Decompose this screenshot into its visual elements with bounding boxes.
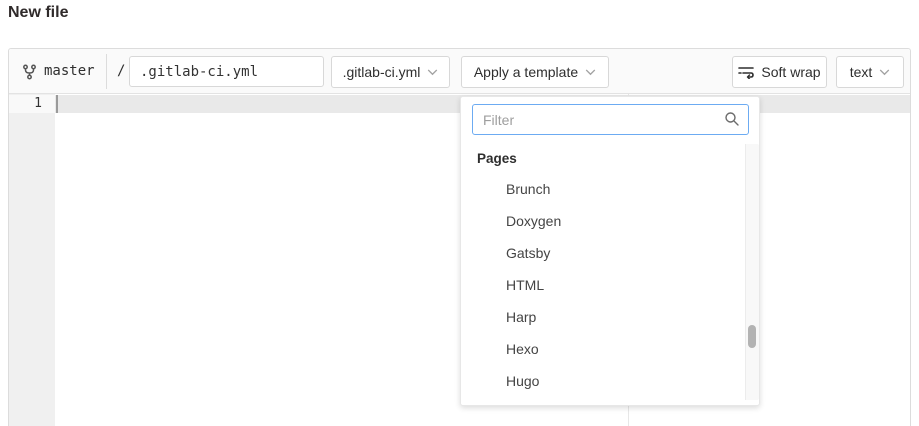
apply-template-dropdown[interactable]: Apply a template [461,56,609,88]
branch-name[interactable]: master [44,63,95,79]
filename-input[interactable] [129,56,324,87]
template-item-hugo[interactable]: Hugo [461,365,745,397]
template-item-html[interactable]: HTML [461,269,745,301]
chevron-down-icon [427,69,438,76]
toolbar-divider [106,54,107,89]
chevron-down-icon [585,69,596,76]
line-number: 1 [9,95,55,113]
template-item-hexo[interactable]: Hexo [461,333,745,365]
template-dropdown-panel: Pages Brunch Doxygen Gatsby HTML Harp He… [460,96,760,406]
template-item-gatsby[interactable]: Gatsby [461,237,745,269]
template-item-brunch[interactable]: Brunch [461,173,745,205]
filetype-dropdown-label: .gitlab-ci.yml [343,64,421,80]
line-number-gutter [9,94,55,426]
syntax-mode-dropdown[interactable]: text [836,56,904,88]
path-separator: / [117,63,125,79]
template-list: Pages Brunch Doxygen Gatsby HTML Harp He… [461,143,745,397]
soft-wrap-button[interactable]: Soft wrap [732,56,827,88]
git-branch-icon [22,64,37,80]
template-item-doxygen[interactable]: Doxygen [461,205,745,237]
dropdown-scrollbar-track[interactable] [745,144,759,400]
syntax-mode-label: text [850,64,873,80]
template-filter-input[interactable] [472,104,749,135]
editor-toolbar: master / .gitlab-ci.yml Apply a template… [9,49,910,94]
chevron-down-icon [879,69,890,76]
template-item-harp[interactable]: Harp [461,301,745,333]
filetype-dropdown[interactable]: .gitlab-ci.yml [331,56,450,88]
apply-template-label: Apply a template [474,64,578,80]
soft-wrap-icon [738,65,754,79]
dropdown-scrollbar-thumb[interactable] [748,325,756,348]
text-cursor [56,95,58,113]
soft-wrap-label: Soft wrap [761,64,820,80]
page-title: New file [8,4,68,22]
template-section-header: Pages [461,143,745,173]
